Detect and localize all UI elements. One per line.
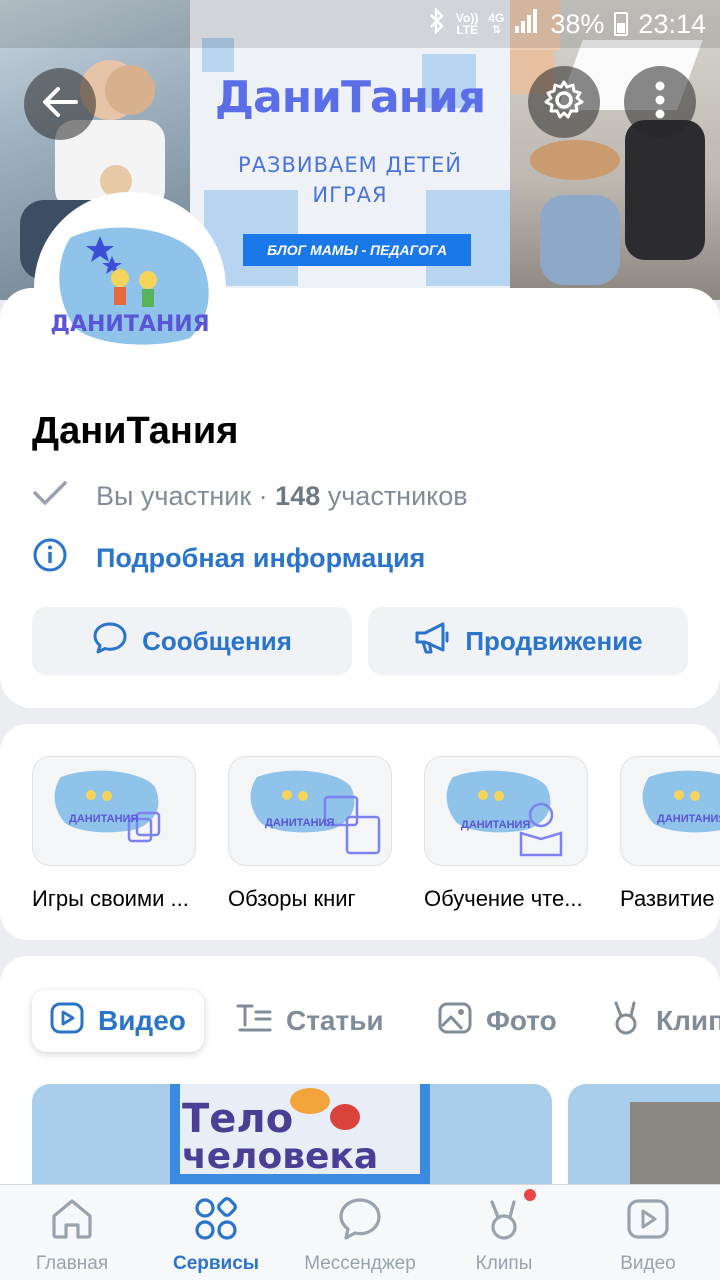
notification-dot [524,1189,536,1201]
video-title-line2: человека [182,1136,379,1177]
more-button[interactable] [624,66,696,138]
cover-subtitle-line1: развиваем детей [238,153,462,177]
album-item[interactable]: ДАНИТАНИЯ Обучение чте... [424,756,588,912]
detailed-info-label: Подробная информация [96,542,426,573]
back-button[interactable] [24,68,96,140]
nav-clips-label: Клипы [475,1253,533,1274]
video-play-icon [50,1002,84,1041]
info-icon [32,537,72,580]
album-logo-text: ДАНИТАНИЯ [461,819,531,831]
nav-messenger-label: Мессенджер [304,1253,416,1274]
album-label: Обзоры книг [228,886,356,911]
services-icon [192,1195,240,1249]
tab-photos[interactable]: Фото [438,990,557,1052]
member-suffix: участников [320,480,468,511]
tab-video-label: Видео [98,1005,186,1036]
nav-video[interactable]: Видео [576,1185,720,1280]
arrow-left-icon [40,84,80,125]
cover-badge: БЛОГ МАМЫ - ПЕДАГОГА [243,234,471,266]
promotion-button[interactable]: Продвижение [368,607,688,675]
tab-articles[interactable]: Статьи [236,990,384,1052]
nav-services-label: Сервисы [172,1253,260,1274]
megaphone-icon [413,621,451,662]
signal-icon [514,8,540,41]
detailed-info-link[interactable]: Подробная информация [32,538,425,578]
tab-clips[interactable]: Клипы [610,990,720,1052]
tab-articles-label: Статьи [286,1005,384,1036]
checkmark-icon [32,478,72,515]
tab-photos-label: Фото [486,1005,557,1036]
article-icon [236,1003,272,1040]
battery-percent: 38% [550,8,605,39]
video-cover-art [630,1102,720,1192]
tab-clips-label: Клипы [656,1005,720,1036]
album-label: Развитие [620,886,715,911]
albums-card: ДАНИТАНИЯ Игры своими ... ДАНИТАНИЯ Обзо… [0,724,720,940]
member-count: 148 [275,480,321,511]
gear-icon [542,78,586,127]
clips-icon [610,1000,642,1043]
nav-services[interactable]: Сервисы [144,1185,288,1280]
nav-home-label: Главная [35,1253,109,1274]
promotion-button-label: Продвижение [465,625,643,656]
video-cover-shape [290,1088,330,1114]
group-name: ДаниТания [32,410,239,452]
nav-home[interactable]: Главная [0,1185,144,1280]
album-thumbnail: ДАНИТАНИЯ [424,756,588,866]
status-bar: Vo)) LTE 4G ⇅ 38% 23:14 [0,0,720,48]
avatar[interactable]: ДАНИТАНИЯ [34,192,226,384]
volte-indicator: Vo)) LTE [455,11,479,37]
album-logo-text: ДАНИТАНИЯ [69,813,139,825]
album-logo-text: ДАНИТАНИЯ [657,813,720,825]
album-thumbnail: ДАНИТАНИЯ [620,756,720,866]
messages-button-label: Сообщения [142,625,292,656]
image-icon [438,1002,472,1041]
network-type: 4G ⇅ [488,11,505,36]
clock: 23:14 [638,8,706,39]
home-icon [48,1195,96,1249]
album-thumbnail: ДАНИТАНИЯ [32,756,196,866]
member-status: Вы участник · [96,480,276,511]
settings-button[interactable] [528,66,600,138]
avatar-logo-text: ДАНИТАНИЯ [50,312,210,337]
video-cover-shape [330,1104,360,1130]
chat-bubble-icon [92,621,128,662]
nav-clips[interactable]: Клипы [432,1185,576,1280]
album-item[interactable]: ДАНИТАНИЯ Обзоры книг [228,756,392,912]
bluetooth-icon [428,6,446,42]
membership-row[interactable]: Вы участник · 148 участников [32,476,468,516]
cover-subtitle: развиваем детей играя [190,150,510,210]
cover-title: ДаниТания [214,72,486,123]
album-thumbnail: ДАНИТАНИЯ [228,756,392,866]
nav-video-label: Видео [620,1253,676,1274]
bottom-navigation: Главная Сервисы Мессенджер Клипы Видео [0,1184,720,1280]
album-label: Обучение чте... [424,886,583,911]
video-icon [624,1195,672,1249]
more-vertical-icon [654,80,666,125]
album-item[interactable]: ДАНИТАНИЯ Игры своими ... [32,756,196,912]
nav-messenger[interactable]: Мессенджер [288,1185,432,1280]
battery-icon [614,12,629,36]
album-logo-text: ДАНИТАНИЯ [265,817,335,829]
tab-video[interactable]: Видео [32,990,204,1052]
messages-button[interactable]: Сообщения [32,607,352,675]
cover-subtitle-line2: играя [312,183,388,207]
messenger-icon [336,1195,384,1249]
album-label: Игры своими ... [32,886,189,911]
album-item[interactable]: ДАНИТАНИЯ Развитие [620,756,720,912]
clips-icon [480,1195,528,1249]
